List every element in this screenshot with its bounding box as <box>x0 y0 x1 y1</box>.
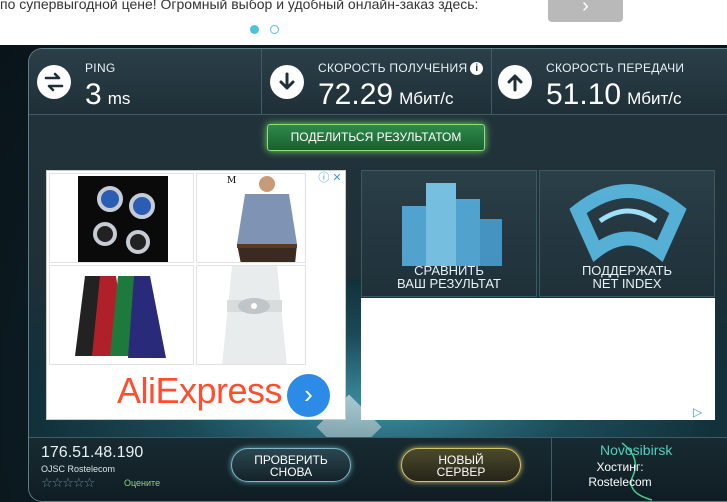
download-value: 72.29 Мбит/с <box>318 78 454 111</box>
results-panel: PING 3 ms СКОРОСТЬ ПОЛУЧЕНИЯ i 72.29 Мбит/с… <box>28 48 727 502</box>
ping-value: 3 ms <box>85 78 131 111</box>
speedtest-page: по супервыгодной цене! Огромный выбор и … <box>0 0 727 502</box>
netindex-logo-icon <box>569 184 687 263</box>
support-netindex-tile[interactable]: ПОДДЕРЖАТЬ NET INDEX <box>539 170 715 297</box>
ping-label: PING <box>85 61 116 75</box>
carousel-dot-inactive[interactable] <box>270 25 279 34</box>
arrow-up-icon <box>498 65 532 99</box>
promo-next-button[interactable]: › <box>548 0 623 22</box>
ad-image-dresses[interactable] <box>49 265 194 365</box>
ad-banner[interactable]: ⓘ ✕ M AliExpress › <box>46 170 346 420</box>
upload-value: 51.10 Мбит/с <box>546 78 682 111</box>
share-result-button[interactable]: ПОДЕЛИТЬСЯ РЕЗУЛЬТАТОМ <box>267 124 485 151</box>
new-server-button[interactable]: НОВЫЙ СЕРВЕР <box>401 448 521 482</box>
retest-button[interactable]: ПРОВЕРИТЬ СНОВА <box>231 448 351 482</box>
ad-placeholder-area <box>361 298 715 420</box>
ad-info-icon[interactable]: ⓘ ✕ <box>315 171 345 186</box>
ad-go-button[interactable]: › <box>287 374 330 417</box>
host-info: Хостинг: Rostelecom <box>588 460 652 489</box>
adchoices-icon[interactable]: ▷ <box>693 405 702 419</box>
bottom-bar: 176.51.48.190 OJSC Rostelecom ☆☆☆☆☆ Оцен… <box>29 437 727 501</box>
promo-banner: по супервыгодной цене! Огромный выбор и … <box>0 0 727 45</box>
support-tile-text: ПОДДЕРЖАТЬ NET INDEX <box>581 263 673 291</box>
ad-image-belt-dress[interactable] <box>196 265 306 365</box>
info-icon[interactable]: i <box>470 62 484 75</box>
metrics-bar: PING 3 ms СКОРОСТЬ ПОЛУЧЕНИЯ i 72.29 Мбит/с… <box>29 49 727 115</box>
compare-tile-text: СРАВНИТЬ ВАШ РЕЗУЛЬТАТ <box>397 263 501 291</box>
bar-chart-icon <box>402 183 502 266</box>
upload-label: СКОРОСТЬ ПЕРЕДАЧИ <box>546 61 685 75</box>
rate-label[interactable]: Оцените <box>124 478 160 488</box>
server-city: Novosibirsk <box>600 442 673 458</box>
ad-image-shirt[interactable]: M <box>196 173 306 263</box>
shirt-brand-logo: M <box>227 176 237 186</box>
download-metric: СКОРОСТЬ ПОЛУЧЕНИЯ i 72.29 Мбит/с <box>261 49 491 115</box>
arrow-down-icon <box>270 65 304 99</box>
download-label: СКОРОСТЬ ПОЛУЧЕНИЯ i <box>318 61 484 75</box>
ping-metric: PING 3 ms <box>29 49 261 115</box>
carousel-dot-active[interactable] <box>250 25 259 34</box>
promo-text: по супервыгодной цене! Огромный выбор и … <box>0 0 479 12</box>
rating-stars[interactable]: ☆☆☆☆☆ <box>41 475 95 491</box>
ad-image-cufflinks[interactable] <box>49 173 194 263</box>
server-info: Novosibirsk Хостинг: Rostelecom <box>551 438 727 501</box>
aliexpress-logo[interactable]: AliExpress <box>117 370 283 412</box>
isp-name: OJSC Rostelecom <box>41 464 116 474</box>
compare-results-tile[interactable]: СРАВНИТЬ ВАШ РЕЗУЛЬТАТ <box>361 170 537 297</box>
exchange-arrows-icon <box>37 65 71 99</box>
upload-metric: СКОРОСТЬ ПЕРЕДАЧИ 51.10 Мбит/с <box>491 49 727 115</box>
ip-address: 176.51.48.190 <box>41 444 144 461</box>
